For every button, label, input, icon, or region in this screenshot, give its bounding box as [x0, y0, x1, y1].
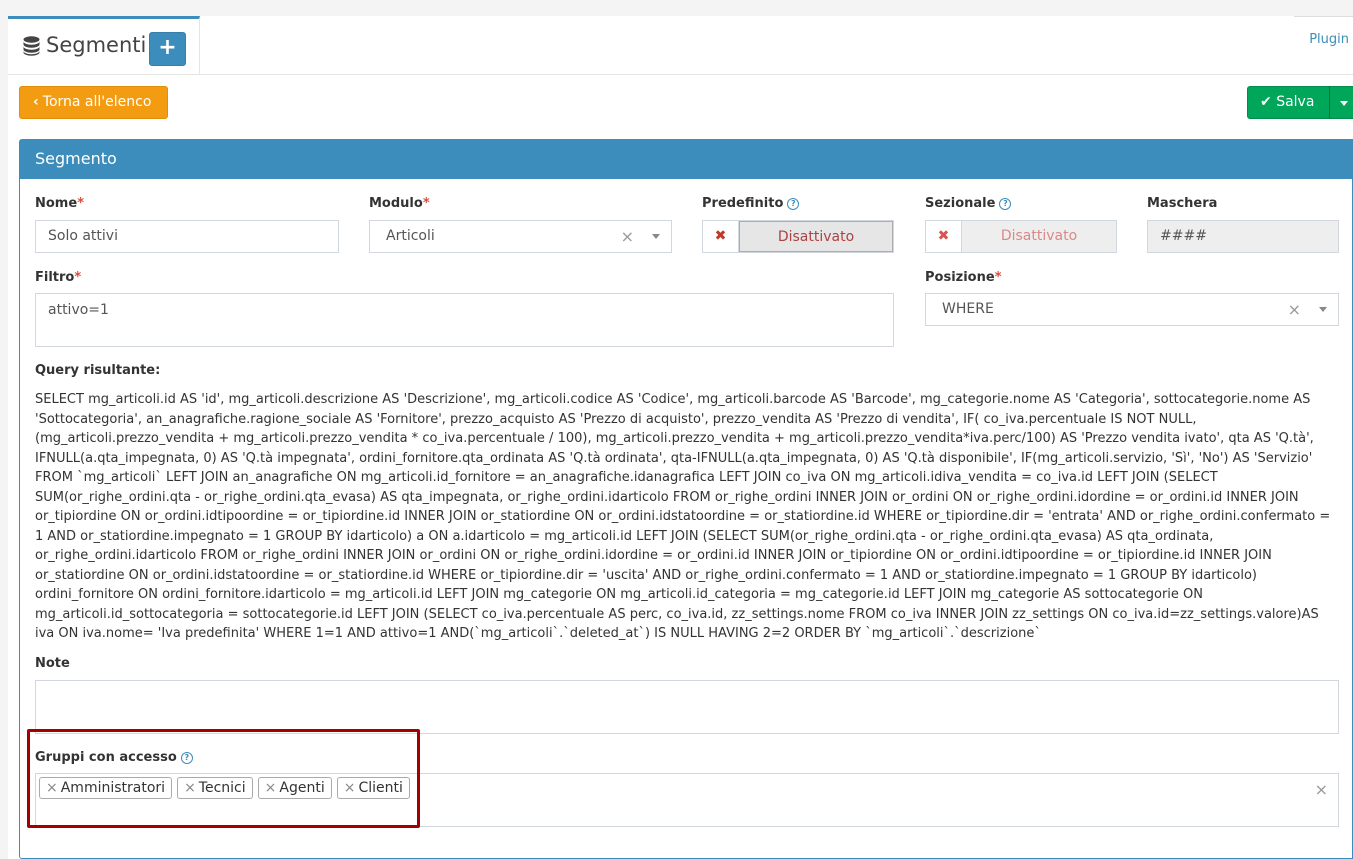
check-icon: ✔ [1260, 94, 1272, 110]
plugin-link[interactable]: Plugin [1309, 32, 1349, 47]
nome-input[interactable]: Solo attivi [35, 220, 339, 253]
chevron-down-icon [1319, 307, 1327, 312]
note-label: Note [35, 656, 70, 671]
posizione-value: WHERE [942, 301, 994, 317]
note-textarea[interactable] [35, 680, 1339, 734]
help-icon[interactable]: ? [787, 198, 800, 210]
tab-bar: Segmenti + Plugin [8, 16, 1353, 75]
help-icon[interactable]: ? [999, 198, 1012, 210]
add-segment-button[interactable]: + [149, 32, 186, 66]
sezionale-value: Disattivato [962, 221, 1116, 252]
chevron-down-icon [652, 234, 660, 239]
filtro-label: Filtro* [35, 270, 82, 285]
clear-icon[interactable]: × [1288, 294, 1301, 325]
save-button[interactable]: ✔ Salva [1247, 86, 1330, 119]
save-dropdown-toggle[interactable] [1329, 86, 1353, 119]
nome-label: Nome* [35, 196, 84, 211]
posizione-select[interactable]: WHERE × [925, 293, 1339, 326]
filtro-textarea[interactable]: attivo=1 [35, 293, 894, 347]
close-icon: ✖ [703, 221, 739, 252]
panel-title: Segmento [20, 140, 1352, 179]
predefinito-value: Disattivato [739, 221, 893, 252]
sezionale-label: Sezionale? [925, 196, 1012, 211]
back-button-label: Torna all'elenco [42, 94, 152, 110]
sezionale-toggle[interactable]: ✖ Disattivato [925, 220, 1117, 253]
clear-all-icon[interactable]: × [1315, 780, 1328, 799]
database-icon [23, 36, 40, 60]
query-text: SELECT mg_articoli.id AS 'id', mg_artico… [35, 392, 1331, 641]
maschera-label: Maschera [1147, 196, 1218, 211]
tab-segmenti[interactable]: Segmenti + [8, 16, 200, 74]
modulo-value: Articoli [386, 228, 435, 244]
save-button-label: Salva [1276, 94, 1315, 110]
chevron-left-icon: ‹ [33, 94, 39, 110]
modulo-label: Modulo* [369, 196, 430, 211]
maschera-input: #### [1147, 220, 1339, 253]
posizione-label: Posizione* [925, 270, 1002, 285]
query-label: Query risultante: [35, 363, 161, 378]
predefinito-toggle[interactable]: ✖ Disattivato [702, 220, 894, 253]
predefinito-label: Predefinito? [702, 196, 800, 211]
page-title: Segmenti [46, 33, 147, 57]
highlight-box [27, 729, 420, 828]
clear-icon[interactable]: × [621, 221, 634, 252]
modulo-select[interactable]: Articoli × [369, 220, 672, 253]
close-icon: ✖ [926, 221, 962, 252]
back-to-list-button[interactable]: ‹ Torna all'elenco [19, 86, 168, 119]
plugin-tab-border [1294, 16, 1353, 17]
